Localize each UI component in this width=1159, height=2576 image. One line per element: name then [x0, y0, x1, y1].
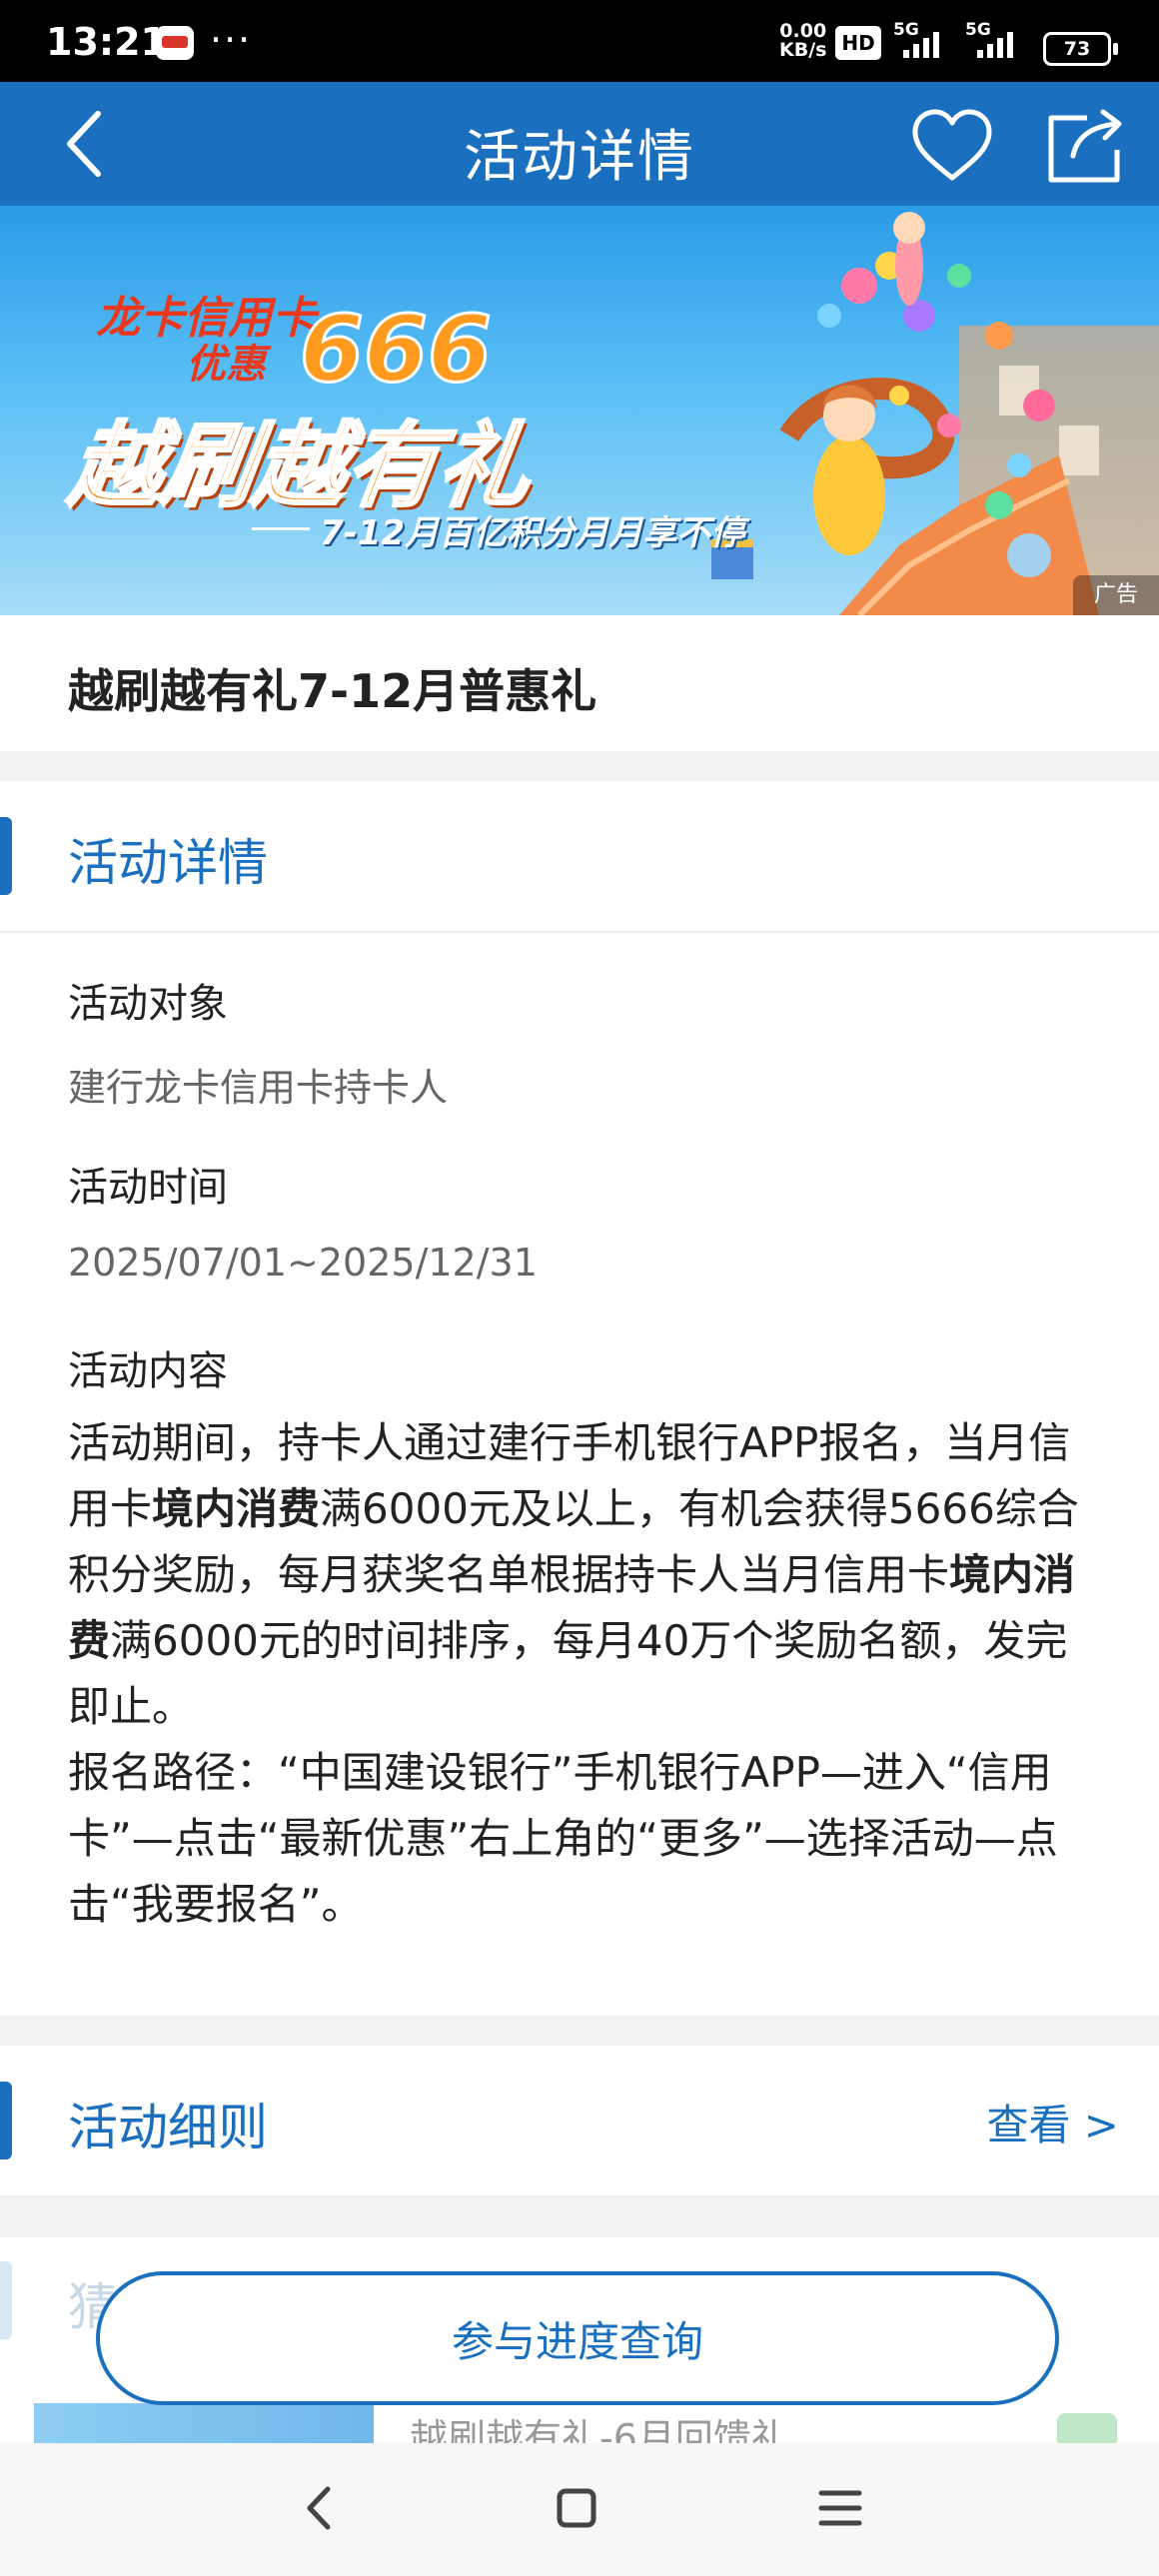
network-speed-unit: KB/s: [779, 39, 827, 61]
activity-content: 活动期间，持卡人通过建行手机银行APP报名，当月信用卡境内消费满6000元及以上…: [68, 1410, 1107, 1938]
promo-banner[interactable]: 龙卡信用卡 优惠 666 越刷越有礼 7-12月百亿积分月月享不停 广告: [0, 206, 1159, 615]
detail-section-header: 活动详情: [0, 781, 1159, 933]
share-icon: [1048, 109, 1122, 183]
banner-brand-number: 666: [298, 295, 493, 405]
progress-query-button[interactable]: 参与进度查询: [96, 2271, 1059, 2405]
activity-title: 越刷越有礼7-12月普惠礼: [68, 664, 597, 718]
time-value: 2025/07/01~2025/12/31: [68, 1241, 538, 1285]
content-bold-1: 境内消费: [152, 1484, 321, 1533]
status-bar: 13:21 ··· 0.00 KB/s HD 5G 5G 73: [0, 0, 1159, 82]
signal-bars-icon-2: [977, 32, 1013, 58]
banner-subtitle: 7-12月百亿积分月月享不停: [320, 513, 745, 553]
hd-icon: HD: [835, 26, 881, 60]
content-paragraph-1: 活动期间，持卡人通过建行手机银行APP报名，当月信用卡境内消费满6000元及以上…: [68, 1410, 1107, 1740]
top-app-bar: 活动详情: [0, 82, 1159, 206]
recommend-thumbnail[interactable]: [34, 2403, 374, 2447]
nav-home-icon: [557, 2488, 596, 2528]
nav-home-button[interactable]: [542, 2473, 611, 2543]
target-label: 活动对象: [68, 981, 228, 1027]
content-label: 活动内容: [68, 1348, 228, 1394]
recommend-item-title[interactable]: 越刷越有礼-6月回馈礼: [410, 2407, 789, 2447]
status-time: 13:21: [46, 20, 167, 64]
section-accent-bar: [0, 2261, 12, 2339]
banner-divider: [252, 527, 310, 530]
time-label: 活动时间: [68, 1165, 228, 1211]
ad-label: 广告: [1073, 575, 1159, 615]
share-button[interactable]: [1043, 106, 1129, 186]
heart-icon: [912, 109, 992, 181]
system-nav-bar: [0, 2443, 1159, 2576]
nav-menu-icon: [818, 2490, 862, 2526]
nav-back-icon: [307, 2486, 331, 2530]
content-paragraph-2: 报名路径：“中国建设银行”手机银行APP—进入“信用卡”—点击“最新优惠”右上角…: [68, 1748, 1058, 1929]
section-accent-bar: [0, 817, 12, 895]
signal-bars-icon: [903, 32, 939, 58]
detail-section-title: 活动详情: [68, 834, 268, 892]
nav-menu-button[interactable]: [805, 2473, 875, 2543]
favorite-button[interactable]: [909, 106, 995, 186]
rules-row[interactable]: 活动细则 查看 >: [0, 2046, 1159, 2195]
rules-title: 活动细则: [68, 2099, 268, 2156]
battery-icon: 73: [1043, 32, 1118, 66]
target-value: 建行龙卡信用卡持卡人: [68, 1066, 449, 1110]
app-notification-icon: [156, 26, 194, 60]
content-text-d: 满6000元的时间排序，每月40万个奖励名额，发完即止。: [68, 1616, 1068, 1731]
more-notifications-icon: ···: [210, 18, 253, 62]
recommend-tag: [1057, 2413, 1117, 2447]
network-speed: 0.00 KB/s: [779, 22, 826, 60]
view-rules-link[interactable]: 查看 >: [986, 2092, 1119, 2152]
activity-title-card: 越刷越有礼7-12月普惠礼: [0, 615, 1159, 751]
banner-brand-line2: 优惠: [186, 342, 266, 388]
section-accent-bar: [0, 2082, 12, 2159]
nav-back-button[interactable]: [286, 2473, 356, 2543]
